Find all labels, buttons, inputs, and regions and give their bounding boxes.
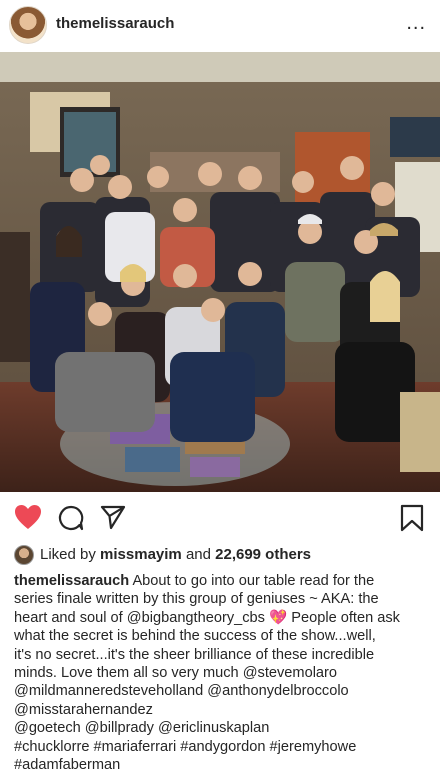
heart-icon[interactable] — [14, 504, 42, 530]
caption-mentions-line[interactable]: @mildmanneredsteveholland @anthonydelbro… — [14, 682, 428, 700]
caption-line: heart and soul of @bigbangtheory_cbs 💖 P… — [14, 609, 428, 627]
caption-text: About to go into our table read for the — [132, 573, 375, 589]
caption-line: themelissarauch About to go into our tab… — [14, 572, 428, 590]
post-header: themelissarauch ... — [0, 0, 440, 50]
likes-summary: Liked by missmayim and 22,699 others — [14, 544, 434, 566]
caption-text: People often ask — [291, 609, 400, 626]
caption-text: heart and soul of — [14, 609, 123, 626]
caption-line[interactable]: minds. Love them all so very much @steve… — [14, 664, 428, 682]
send-icon[interactable] — [100, 504, 126, 530]
post-photo[interactable] — [0, 52, 440, 492]
caption-line: series finale written by this group of g… — [14, 591, 379, 608]
likes-prefix: Liked by — [40, 546, 96, 563]
caption-hashtags-line[interactable]: #adamfaberman — [14, 756, 428, 774]
caption-hashtags-line[interactable]: #chucklorre #mariaferrari #andygordon #j… — [14, 738, 428, 756]
post-caption: themelissarauch About to go into our tab… — [14, 572, 428, 774]
bookmark-icon[interactable] — [400, 504, 424, 532]
likes-count[interactable]: 22,699 others — [215, 546, 311, 563]
liker-avatar[interactable] — [14, 545, 34, 565]
caption-mention[interactable]: @bigbangtheory_cbs — [127, 610, 265, 626]
post-username[interactable]: themelissarauch — [56, 15, 174, 32]
caption-mentions-line[interactable]: @goetech @billprady @ericlinuskaplan — [14, 719, 428, 737]
group-photo-illustration — [0, 52, 440, 492]
likes-text[interactable]: Liked by missmayim and 22,699 others — [40, 546, 311, 563]
pink-heart-emoji-icon: 💖 — [269, 609, 288, 626]
liker-username[interactable]: missmayim — [100, 546, 182, 563]
comment-icon[interactable] — [58, 505, 84, 531]
more-options-icon[interactable]: ... — [406, 12, 426, 35]
caption-line: it's no secret...it's the sheer brillian… — [14, 646, 375, 663]
post-actions — [0, 492, 440, 542]
likes-middle: and — [185, 546, 211, 563]
profile-avatar[interactable] — [9, 6, 47, 44]
caption-author[interactable]: themelissarauch — [14, 573, 129, 589]
caption-mentions-line[interactable]: @misstarahernandez — [14, 701, 428, 719]
caption-line: what the secret is behind the success of… — [14, 628, 376, 645]
